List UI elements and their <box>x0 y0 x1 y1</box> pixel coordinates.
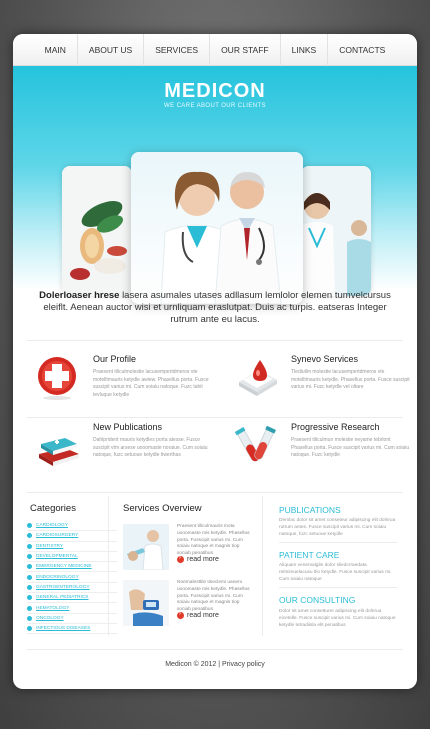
divider <box>279 587 397 588</box>
read-more-link[interactable]: read more <box>177 611 219 619</box>
category-link[interactable]: ENDOCRINOLOGY <box>36 575 79 580</box>
nav-item-main[interactable]: MAIN <box>34 34 77 66</box>
category-link[interactable]: DEVELOPMENTAL <box>36 554 78 559</box>
bullet-icon <box>27 533 32 539</box>
bullet-icon <box>27 615 32 621</box>
categories-title: Categories <box>30 503 76 514</box>
service-item: Noemalesttile tiseclemi uanero uooomaste… <box>123 580 253 628</box>
feature-text: Praesent tiliculmolestie lacusempertdmer… <box>93 369 209 398</box>
footer-divider <box>27 649 403 650</box>
patient-care-text: Aliquam venemalgile dolor sliedcrraedata… <box>279 563 392 582</box>
category-item[interactable]: GENERAL PEDIATRICS <box>27 593 117 604</box>
test-tubes-icon <box>233 424 279 468</box>
divider <box>27 340 403 341</box>
hero-banner: MEDICON WE CARE ABOUT OUR CLIENTS <box>13 66 417 304</box>
intro-paragraph: Dolerloaser hrese lasera asumales utases… <box>13 290 417 326</box>
our-consulting-text: Dolor sit amet consetturer adipiscing el… <box>279 609 396 628</box>
services-title: Services Overview <box>123 503 202 514</box>
category-link[interactable]: CARDIOSURGERY <box>36 533 78 538</box>
bullet-icon <box>27 626 32 632</box>
category-link[interactable]: CARDIOLOGY <box>36 523 68 528</box>
bullet-icon <box>27 595 32 601</box>
pills-photo <box>62 166 132 296</box>
our-consulting-heading[interactable]: OUR CONSULTING <box>279 595 355 605</box>
nav-item-links[interactable]: LINKS <box>279 34 328 66</box>
read-more-label[interactable]: read more <box>187 612 219 619</box>
feature-new-publications: New Publications Dahlprident mauris kety… <box>27 422 217 484</box>
feature-text: Praesent tiliculmun molestie neyame tebr… <box>291 437 410 458</box>
service-photo[interactable] <box>123 524 169 570</box>
doctors-photo <box>131 152 303 304</box>
column-divider <box>262 496 263 636</box>
feature-title[interactable]: Our Profile <box>93 354 136 364</box>
service-item: Praesent tiliculmauris mota uooomaste mi… <box>123 524 253 572</box>
category-item[interactable]: GASTROENTEROLOGY <box>27 583 117 594</box>
bullet-icon <box>27 584 32 590</box>
category-item[interactable]: CARDIOLOGY <box>27 521 117 532</box>
category-item[interactable]: CARDIOSURGERY <box>27 531 117 542</box>
read-more-label[interactable]: read more <box>187 556 219 563</box>
feature-synevo-services: Synevo Services Tledlullm molestie lacus… <box>225 354 415 416</box>
bullet-icon <box>27 523 32 529</box>
column-divider <box>108 496 109 636</box>
feature-text: Tledlullm molestie lacusempertdmeros vte… <box>291 369 410 390</box>
category-item[interactable]: ENDOCRINOLOGY <box>27 572 117 583</box>
category-link[interactable]: GENERAL PEDIATRICS <box>36 595 89 600</box>
service-text: Praesent tiliculmauris mota uooomaste mi… <box>177 524 250 557</box>
divider <box>27 492 403 493</box>
intro-lead: Dolerloaser hrese <box>39 290 120 301</box>
category-link[interactable]: GASTROENTEROLOGY <box>36 585 90 590</box>
nurse-photo <box>301 166 371 296</box>
bullet-icon <box>27 543 32 549</box>
category-item[interactable]: EMERGENCY MEDICINE <box>27 562 117 573</box>
nav-item-our-staff[interactable]: OUR STAFF <box>209 34 280 66</box>
divider <box>279 542 397 543</box>
categories-list: CARDIOLOGY CARDIOSURGERY DENTISTRY DEVEL… <box>27 521 117 635</box>
publications-text: Demlac dolor sit amet conseteur adipisci… <box>279 518 396 537</box>
category-item[interactable]: INFECTIOUS DISEASES <box>27 624 117 635</box>
arrow-right-icon <box>177 555 184 563</box>
category-link[interactable]: DENTISTRY <box>36 544 63 549</box>
feature-title[interactable]: Progressive Research <box>291 422 380 432</box>
footer-text[interactable]: Medicon © 2012 | Privacy policy <box>13 661 417 668</box>
category-link[interactable]: ONCOLOGY <box>36 616 64 621</box>
feature-title[interactable]: New Publications <box>93 422 162 432</box>
nav-item-contacts[interactable]: CONTACTS <box>327 34 396 66</box>
category-item[interactable]: DENTISTRY <box>27 542 117 552</box>
publications-heading[interactable]: PUBLICATIONS <box>279 505 341 515</box>
category-link[interactable]: EMERGENCY MEDICINE <box>36 564 92 569</box>
blood-drop-icon <box>233 356 279 400</box>
arrow-right-icon <box>177 611 184 619</box>
category-item[interactable]: HEMATOLOGY <box>27 603 117 614</box>
top-navigation: MAIN ABOUT US SERVICES OUR STAFF LINKS C… <box>13 34 417 66</box>
nav-item-about-us[interactable]: ABOUT US <box>76 34 143 66</box>
nav-item-services[interactable]: SERVICES <box>143 34 209 66</box>
medical-cross-icon <box>35 356 81 400</box>
category-item[interactable]: ONCOLOGY <box>27 614 117 624</box>
feature-our-profile: Our Profile Praesent tiliculmolestie lac… <box>27 354 217 416</box>
bullet-icon <box>27 605 32 611</box>
category-link[interactable]: HEMATOLOGY <box>36 606 69 611</box>
bullet-icon <box>27 564 32 570</box>
divider <box>27 417 403 418</box>
feature-text: Dahlprident mauris ketydles porta atesse… <box>93 437 208 458</box>
bullet-icon <box>27 574 32 580</box>
feature-progressive-research: Progressive Research Praesent tiliculmun… <box>225 422 415 484</box>
patient-care-heading[interactable]: PATIENT CARE <box>279 550 339 560</box>
service-text: Noemalesttile tiseclemi uanero uooomaste… <box>177 580 250 613</box>
site-logo[interactable]: MEDICON <box>13 80 417 103</box>
page-container: MAIN ABOUT US SERVICES OUR STAFF LINKS C… <box>13 34 417 689</box>
books-icon <box>35 424 81 468</box>
service-photo[interactable] <box>123 580 169 626</box>
read-more-link[interactable]: read more <box>177 555 219 563</box>
site-tagline: WE CARE ABOUT OUR CLIENTS <box>164 103 266 109</box>
category-item[interactable]: DEVELOPMENTAL <box>27 552 117 563</box>
category-link[interactable]: INFECTIOUS DISEASES <box>36 626 90 631</box>
bullet-icon <box>27 554 32 560</box>
feature-title[interactable]: Synevo Services <box>291 354 358 364</box>
